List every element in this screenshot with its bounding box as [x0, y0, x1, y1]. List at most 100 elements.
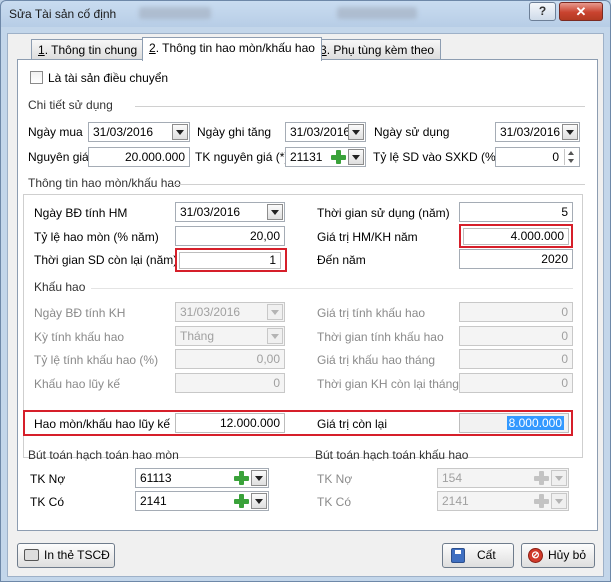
usage-section-divider: [135, 106, 585, 107]
cost-account-combo[interactable]: 21131: [285, 147, 366, 167]
add-icon[interactable]: [330, 149, 347, 165]
chevron-down-icon[interactable]: [551, 470, 567, 486]
dep-start-date-value: 31/03/2016: [180, 205, 241, 219]
window-title: Sửa Tài sản cố định: [9, 7, 117, 21]
amort-period-label: Kỳ tính khấu hao: [34, 330, 125, 344]
chevron-down-icon[interactable]: [348, 124, 364, 140]
dep-entries-section-title: Bút toán hạch toán hao mòn: [28, 448, 179, 462]
amort-rate-label: Tỷ lệ tính khấu hao (%): [34, 353, 159, 367]
remaining-life-label: Thời gian SD còn lại (năm): [34, 253, 178, 267]
annual-dep-value-label: Giá trị HM/KH năm: [317, 230, 418, 244]
record-date-label: Ngày ghi tăng: [197, 125, 272, 139]
amort-base-value-input[interactable]: 0: [459, 302, 573, 322]
print-card-label: In thẻ TSCĐ: [44, 548, 110, 562]
use-date-picker[interactable]: 31/03/2016: [495, 122, 580, 142]
chevron-down-icon[interactable]: [267, 204, 283, 220]
add-icon[interactable]: [233, 493, 250, 509]
amortization-section-title: Khấu hao: [34, 280, 86, 294]
end-year-label: Đến năm: [317, 253, 366, 267]
dep-rate-input[interactable]: 20,00: [175, 226, 285, 246]
amort-period-select[interactable]: Tháng: [175, 326, 285, 346]
use-date-value: 31/03/2016: [500, 125, 561, 139]
amort-credit-account-value: 2141: [442, 494, 469, 508]
printer-icon: [24, 549, 39, 561]
use-date-label: Ngày sử dụng: [374, 125, 450, 139]
dep-credit-account-combo[interactable]: 2141: [135, 491, 269, 511]
accum-amort-label: Khấu hao lũy kế: [34, 377, 121, 391]
original-cost-label: Nguyên giá: [28, 150, 89, 164]
amort-credit-account-label: TK Có: [317, 495, 352, 509]
amort-credit-account-combo[interactable]: 2141: [437, 491, 569, 511]
useful-life-label: Thời gian sử dụng (năm): [317, 206, 450, 220]
amortization-section-divider: [91, 288, 573, 289]
title-bar[interactable]: Sửa Tài sản cố định ? ✕: [1, 1, 610, 27]
cancel-icon: ⊘: [528, 548, 543, 563]
chevron-down-icon[interactable]: [251, 493, 267, 509]
transfer-checkbox-label: Là tài sản điều chuyển: [48, 71, 169, 85]
chevron-down-icon[interactable]: [251, 470, 267, 486]
add-icon[interactable]: [533, 470, 550, 486]
cancel-button[interactable]: ⊘ Hủy bỏ: [521, 543, 595, 568]
amort-debit-account-combo[interactable]: 154: [437, 468, 569, 488]
purchase-date-picker[interactable]: 31/03/2016: [88, 122, 190, 142]
help-button[interactable]: ?: [529, 2, 556, 21]
cost-account-value: 21131: [290, 150, 323, 164]
dep-debit-account-value: 61113: [140, 471, 172, 485]
depreciation-section-title: Thông tin hao mòn/khấu hao: [28, 176, 181, 190]
amort-start-date-picker[interactable]: 31/03/2016: [175, 302, 285, 322]
amort-start-date-value: 31/03/2016: [180, 305, 241, 319]
remaining-amort-months-label: Thời gian KH còn lại tháng: [317, 377, 459, 391]
tab-depreciation-info-label: . Thông tin hao mòn/khấu hao: [155, 41, 315, 55]
tab-depreciation-info[interactable]: 2. Thông tin hao mòn/khấu hao: [142, 37, 322, 61]
accum-amort-input[interactable]: 0: [175, 373, 285, 393]
dep-debit-account-combo[interactable]: 61113: [135, 468, 269, 488]
record-date-value: 31/03/2016: [290, 125, 351, 139]
save-label: Cất: [477, 548, 496, 562]
tab-depreciation-info-number: 2: [149, 41, 156, 55]
chevron-down-icon[interactable]: [267, 304, 283, 320]
add-icon[interactable]: [233, 470, 250, 486]
monthly-amort-input[interactable]: 0: [459, 349, 573, 369]
blurred-asset-name: [337, 7, 417, 19]
tab-general-info[interactable]: 1. Thông tin chung: [31, 39, 145, 60]
chevron-down-icon[interactable]: [551, 493, 567, 509]
amort-period-value: Tháng: [180, 329, 215, 343]
print-card-button[interactable]: In thẻ TSCĐ: [17, 543, 115, 568]
business-use-rate-label: Tỷ lệ SD vào SXKD (%): [373, 150, 500, 164]
end-year-input[interactable]: 2020: [459, 249, 573, 269]
save-button[interactable]: Cất: [442, 543, 514, 568]
chevron-down-icon[interactable]: [348, 149, 364, 165]
cost-account-label: TK nguyên giá (*): [195, 150, 289, 164]
original-cost-input[interactable]: 20.000.000: [88, 147, 190, 167]
depreciation-section-divider: [173, 184, 585, 185]
transfer-checkbox[interactable]: [30, 71, 43, 84]
tab-spare-parts[interactable]: 3. Phụ tùng kèm theo: [313, 39, 442, 60]
record-date-picker[interactable]: 31/03/2016: [285, 122, 366, 142]
tab-general-info-number: 1: [38, 43, 45, 57]
chevron-down-icon[interactable]: [562, 124, 578, 140]
floppy-disk-icon: [451, 548, 465, 563]
amort-rate-input[interactable]: 0,00: [175, 349, 285, 369]
useful-life-input[interactable]: 5: [459, 202, 573, 222]
dep-start-date-label: Ngày BĐ tính HM: [34, 206, 128, 220]
amort-debit-account-value: 154: [442, 471, 463, 485]
remaining-amort-months-input[interactable]: 0: [459, 373, 573, 393]
dep-credit-account-label: TK Có: [30, 495, 65, 509]
cancel-label: Hủy bỏ: [548, 548, 587, 562]
dialog-window: Sửa Tài sản cố định ? ✕ 1. Thông tin chu…: [0, 0, 611, 582]
purchase-date-value: 31/03/2016: [93, 125, 154, 139]
totals-row-highlight: [23, 410, 573, 436]
business-use-rate-stepper[interactable]: 0: [495, 147, 580, 167]
dep-rate-label: Tỷ lệ hao mòn (% năm): [34, 230, 159, 244]
add-icon[interactable]: [533, 493, 550, 509]
close-button[interactable]: ✕: [559, 2, 603, 21]
amort-time-input[interactable]: 0: [459, 326, 573, 346]
chevron-down-icon[interactable]: [172, 124, 188, 140]
amort-time-label: Thời gian tính khấu hao: [317, 330, 444, 344]
dep-start-date-picker[interactable]: 31/03/2016: [175, 202, 285, 222]
monthly-amort-label: Giá trị khấu hao tháng: [317, 353, 436, 367]
blurred-asset-code: [139, 7, 211, 19]
spin-arrows-icon[interactable]: [564, 149, 578, 165]
chevron-down-icon[interactable]: [267, 328, 283, 344]
business-use-rate-value: 0: [552, 150, 559, 164]
